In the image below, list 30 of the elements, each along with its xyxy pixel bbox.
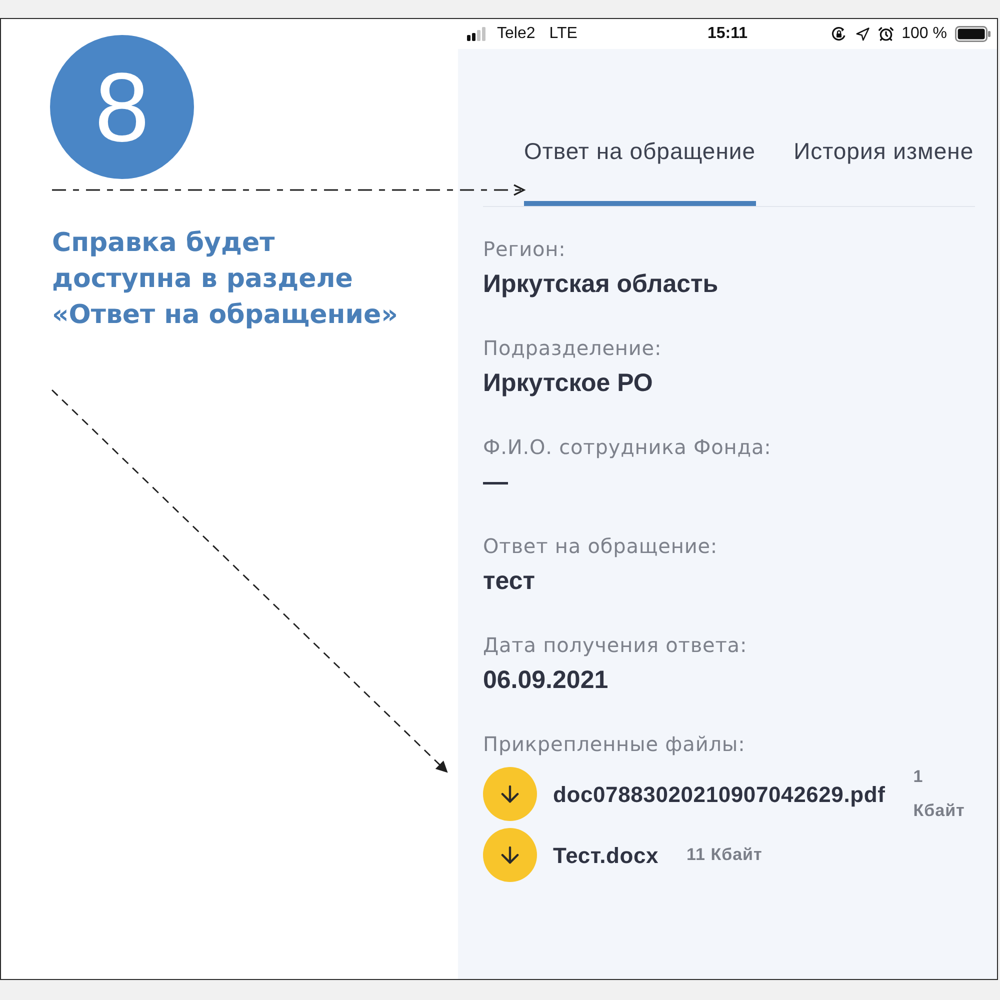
field-value: тест — [483, 566, 535, 596]
field-value: — — [483, 467, 508, 497]
network-type: LTE — [549, 24, 578, 44]
step-number-badge: 8 — [50, 35, 194, 179]
battery-icon — [955, 26, 991, 42]
clock-time: 15:11 — [707, 24, 748, 44]
tab[interactable]: История измене — [794, 137, 974, 206]
file-size: 11 Кбайт — [686, 844, 762, 866]
signal-icon — [467, 27, 487, 41]
field-label: Прикрепленные файлы: — [483, 731, 746, 758]
field-label: Ответ на обращение: — [483, 533, 718, 560]
location-arrow-icon — [854, 26, 870, 42]
alarm-clock-icon — [878, 26, 894, 42]
field-label: Дата получения ответа: — [483, 632, 748, 659]
field-label: Ф.И.О. сотрудника Фонда: — [483, 434, 772, 461]
field-value: 06.09.2021 — [483, 665, 608, 695]
field-value: Иркутское РО — [483, 368, 653, 398]
carrier-name: Tele2 — [497, 24, 536, 44]
file-link[interactable]: Тест.docx — [553, 838, 659, 872]
field-label: Подразделение: — [483, 335, 662, 362]
field-value: Иркутская область — [483, 269, 718, 299]
callout-text: Справка будет доступна в разделе «Ответ на обращение» — [52, 227, 399, 332]
download-button[interactable] — [483, 767, 537, 821]
download-button[interactable] — [483, 828, 537, 882]
file-link[interactable]: doc07883020210907042629.pdf — [553, 778, 886, 810]
file-size: 1 Кбайт — [913, 766, 966, 822]
orientation-lock-icon — [830, 26, 847, 42]
field-label: Регион: — [483, 236, 566, 263]
battery-percent: 100 % — [902, 24, 947, 44]
tab[interactable]: Ответ на обращение — [524, 137, 756, 206]
